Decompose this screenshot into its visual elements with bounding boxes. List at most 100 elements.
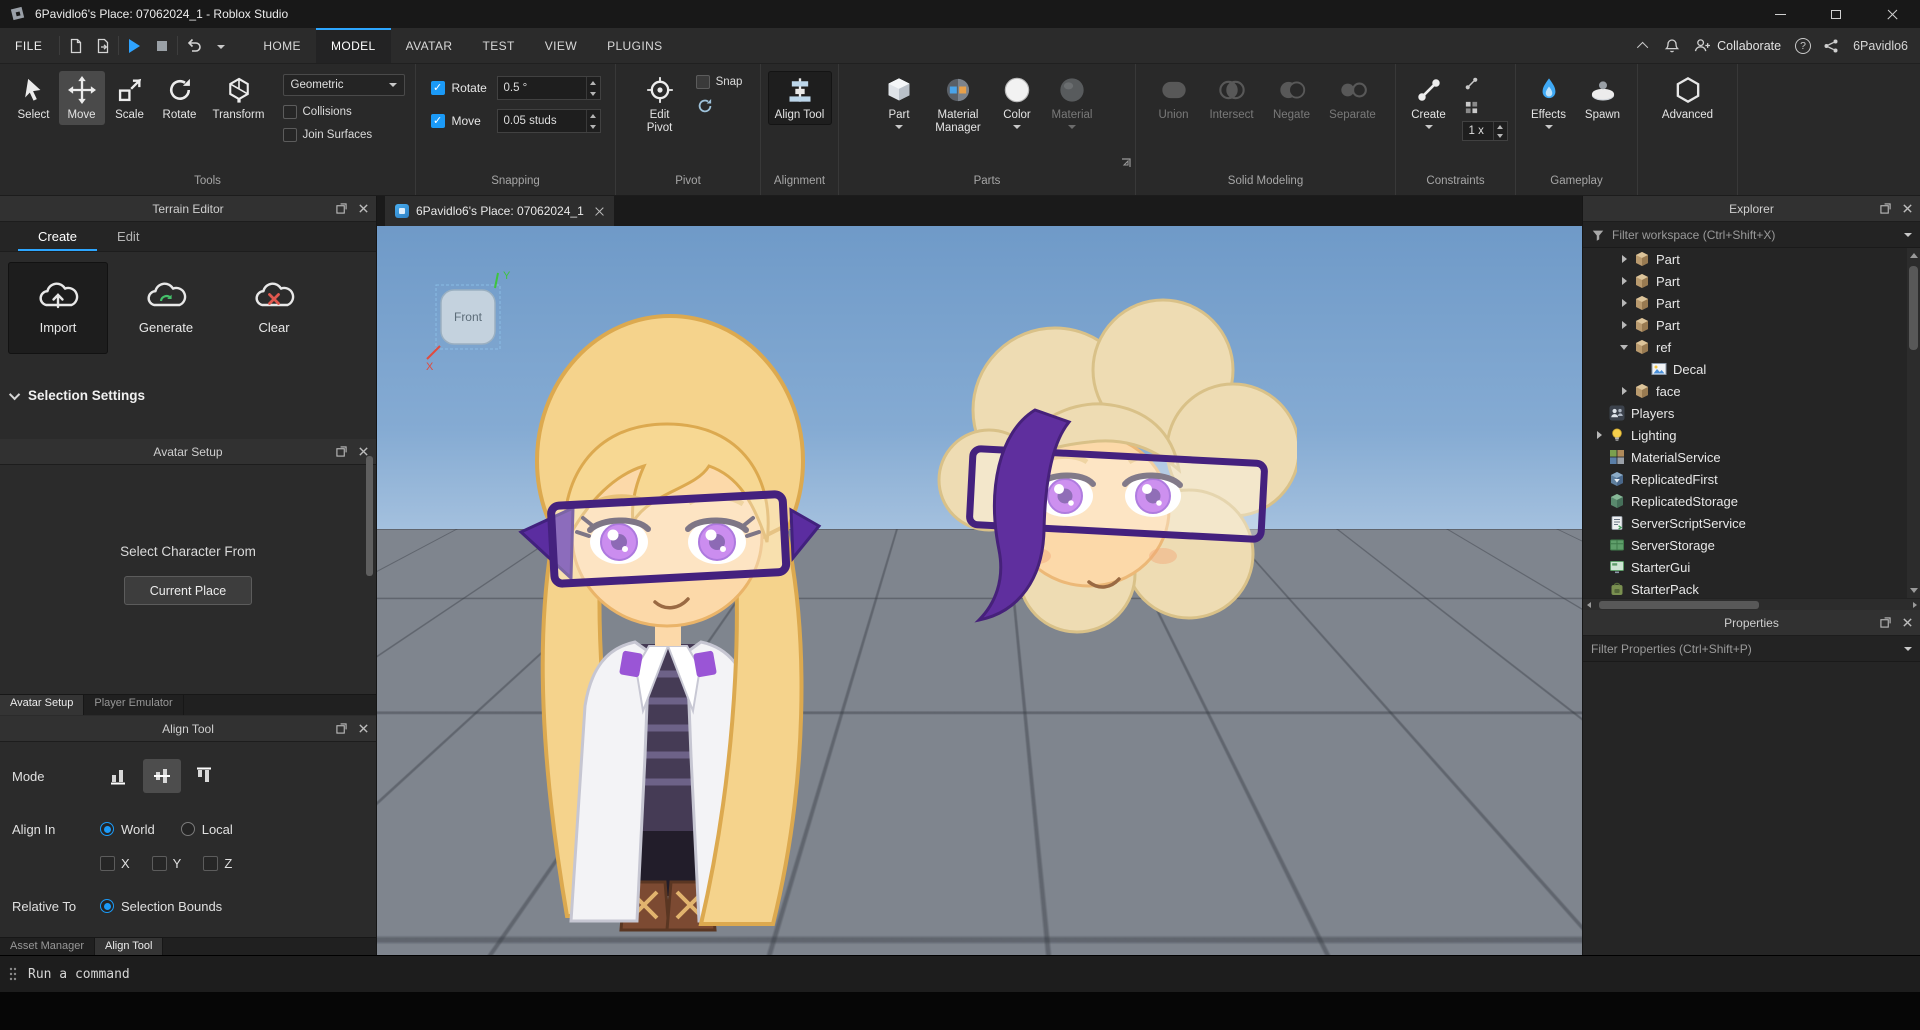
dock-tab-player-emulator[interactable]: Player Emulator <box>84 695 184 715</box>
world-radio[interactable]: World <box>100 822 155 837</box>
undock-icon[interactable] <box>1878 616 1892 630</box>
tab-test[interactable]: TEST <box>468 28 530 63</box>
tree-item-replicated-first[interactable]: ReplicatedFirst <box>1583 468 1908 490</box>
current-place-button[interactable]: Current Place <box>124 576 252 605</box>
axis-x-checkbox[interactable]: X <box>100 855 130 871</box>
tree-item-starter-gui[interactable]: StarterGui <box>1583 556 1908 578</box>
selection-settings-toggle[interactable]: Selection Settings <box>8 388 145 403</box>
scroll-down-icon[interactable] <box>1910 588 1918 593</box>
collaborate-button[interactable]: Collaborate <box>1688 38 1787 53</box>
create-constraint-button[interactable]: Create <box>1404 71 1454 132</box>
close-icon[interactable] <box>356 722 370 736</box>
pivot-snap-checkbox[interactable]: Snap <box>695 75 742 89</box>
tree-item-starter-pack[interactable]: StarterPack <box>1583 578 1908 598</box>
explorer-filter-input[interactable]: Filter workspace (Ctrl+Shift+X) <box>1583 222 1920 248</box>
3d-scene[interactable]: Front Y X <box>377 226 1582 955</box>
tab-avatar[interactable]: AVATAR <box>391 28 468 63</box>
terrain-clear-button[interactable]: Clear <box>224 262 324 354</box>
close-icon[interactable] <box>1900 202 1914 216</box>
tree-item-players[interactable]: Players <box>1583 402 1908 424</box>
tree-item-ref[interactable]: ref <box>1583 336 1908 358</box>
close-icon[interactable] <box>1900 616 1914 630</box>
tree-item-server-storage[interactable]: ServerStorage <box>1583 534 1908 556</box>
local-radio[interactable]: Local <box>180 822 233 837</box>
tree-item-part[interactable]: Part <box>1583 248 1908 270</box>
undo-button[interactable] <box>180 28 207 63</box>
scroll-left-icon[interactable] <box>1587 602 1591 608</box>
align-mode-center-button[interactable] <box>143 759 181 793</box>
material-manager-button[interactable]: Material Manager <box>926 71 990 138</box>
collapse-arrow-icon[interactable] <box>1616 339 1632 355</box>
undock-icon[interactable] <box>334 202 348 216</box>
tab-plugins[interactable]: PLUGINS <box>592 28 677 63</box>
tree-item-lighting[interactable]: Lighting <box>1583 424 1908 446</box>
advanced-button[interactable]: Advanced <box>1656 71 1720 125</box>
command-input[interactable]: Run a command <box>28 967 130 982</box>
terrain-import-button[interactable]: Import <box>8 262 108 354</box>
tab-terrain-create[interactable]: Create <box>18 222 97 251</box>
undock-icon[interactable] <box>334 445 348 459</box>
axis-y-checkbox[interactable]: Y <box>151 855 181 871</box>
tree-item-face[interactable]: face <box>1583 380 1908 402</box>
character-blonde-labcoat[interactable] <box>495 296 845 932</box>
tab-model[interactable]: MODEL <box>315 28 391 63</box>
explorer-vertical-scrollbar[interactable] <box>1907 248 1920 598</box>
stepper[interactable] <box>585 110 600 132</box>
pivot-reset-icon[interactable] <box>696 97 714 115</box>
scroll-right-icon[interactable] <box>1913 602 1917 608</box>
dock-tab-asset-manager[interactable]: Asset Manager <box>0 938 95 955</box>
maximize-button[interactable] <box>1808 0 1864 28</box>
dock-tab-avatar-setup[interactable]: Avatar Setup <box>0 695 85 715</box>
undock-icon[interactable] <box>1878 202 1892 216</box>
constraint-visualize-button[interactable] <box>1462 97 1482 117</box>
tree-item-part[interactable]: Part <box>1583 270 1908 292</box>
select-tool-button[interactable]: Select <box>11 71 57 125</box>
constraint-details-button[interactable] <box>1462 73 1482 93</box>
move-snap-input[interactable]: 0.05 studs <box>496 109 601 133</box>
command-bar[interactable]: Run a command <box>0 955 1920 992</box>
close-tab-icon[interactable] <box>595 207 604 216</box>
scale-tool-button[interactable]: Scale <box>107 71 153 125</box>
tree-item-part[interactable]: Part <box>1583 314 1908 336</box>
tree-item-material-service[interactable]: MaterialService <box>1583 446 1908 468</box>
tab-terrain-edit[interactable]: Edit <box>97 222 159 251</box>
close-button[interactable] <box>1864 0 1920 28</box>
scroll-up-icon[interactable] <box>1910 253 1918 258</box>
minimize-button[interactable] <box>1752 0 1808 28</box>
parts-popout-icon[interactable] <box>1121 158 1131 168</box>
character-puffy-hair-head[interactable] <box>937 282 1297 662</box>
collapse-ribbon-button[interactable] <box>1632 41 1656 53</box>
geometry-mode-dropdown[interactable]: Geometric <box>282 74 405 96</box>
properties-filter-input[interactable]: Filter Properties (Ctrl+Shift+P) <box>1583 636 1920 662</box>
expand-arrow-icon[interactable] <box>1591 427 1607 443</box>
tab-view[interactable]: VIEW <box>530 28 592 63</box>
material-button[interactable]: Material <box>1044 71 1100 132</box>
open-file-button[interactable] <box>89 28 116 63</box>
constraint-scale-input[interactable]: 1 x <box>1461 121 1508 141</box>
file-menu-button[interactable]: FILE <box>0 28 57 63</box>
explorer-horizontal-scrollbar[interactable] <box>1583 598 1920 610</box>
help-button[interactable] <box>1791 37 1815 54</box>
close-icon[interactable] <box>356 202 370 216</box>
snap-move-checkbox[interactable] <box>430 114 445 128</box>
selection-bounds-radio[interactable]: Selection Bounds <box>100 899 222 914</box>
union-button[interactable]: Union <box>1148 71 1200 125</box>
new-file-button[interactable] <box>62 28 89 63</box>
scrollbar-thumb[interactable] <box>1599 601 1759 609</box>
scrollbar-thumb[interactable] <box>1909 266 1918 350</box>
effects-button[interactable]: Effects <box>1524 71 1574 132</box>
play-button[interactable] <box>121 28 148 63</box>
axis-z-checkbox[interactable]: Z <box>203 855 232 871</box>
part-button[interactable]: Part <box>874 71 924 132</box>
stop-button[interactable] <box>148 28 175 63</box>
tree-item-decal[interactable]: Decal <box>1583 358 1908 380</box>
tab-home[interactable]: HOME <box>248 28 316 63</box>
intersect-button[interactable]: Intersect <box>1202 71 1262 125</box>
redo-dropdown-button[interactable] <box>207 28 234 63</box>
undock-icon[interactable] <box>334 722 348 736</box>
rotate-tool-button[interactable]: Rotate <box>155 71 205 125</box>
snap-rotate-checkbox[interactable] <box>430 81 445 95</box>
stepper[interactable] <box>1492 122 1507 140</box>
username[interactable]: 6Pavidlo6 <box>1853 39 1908 53</box>
drag-grip-icon[interactable] <box>8 966 18 982</box>
